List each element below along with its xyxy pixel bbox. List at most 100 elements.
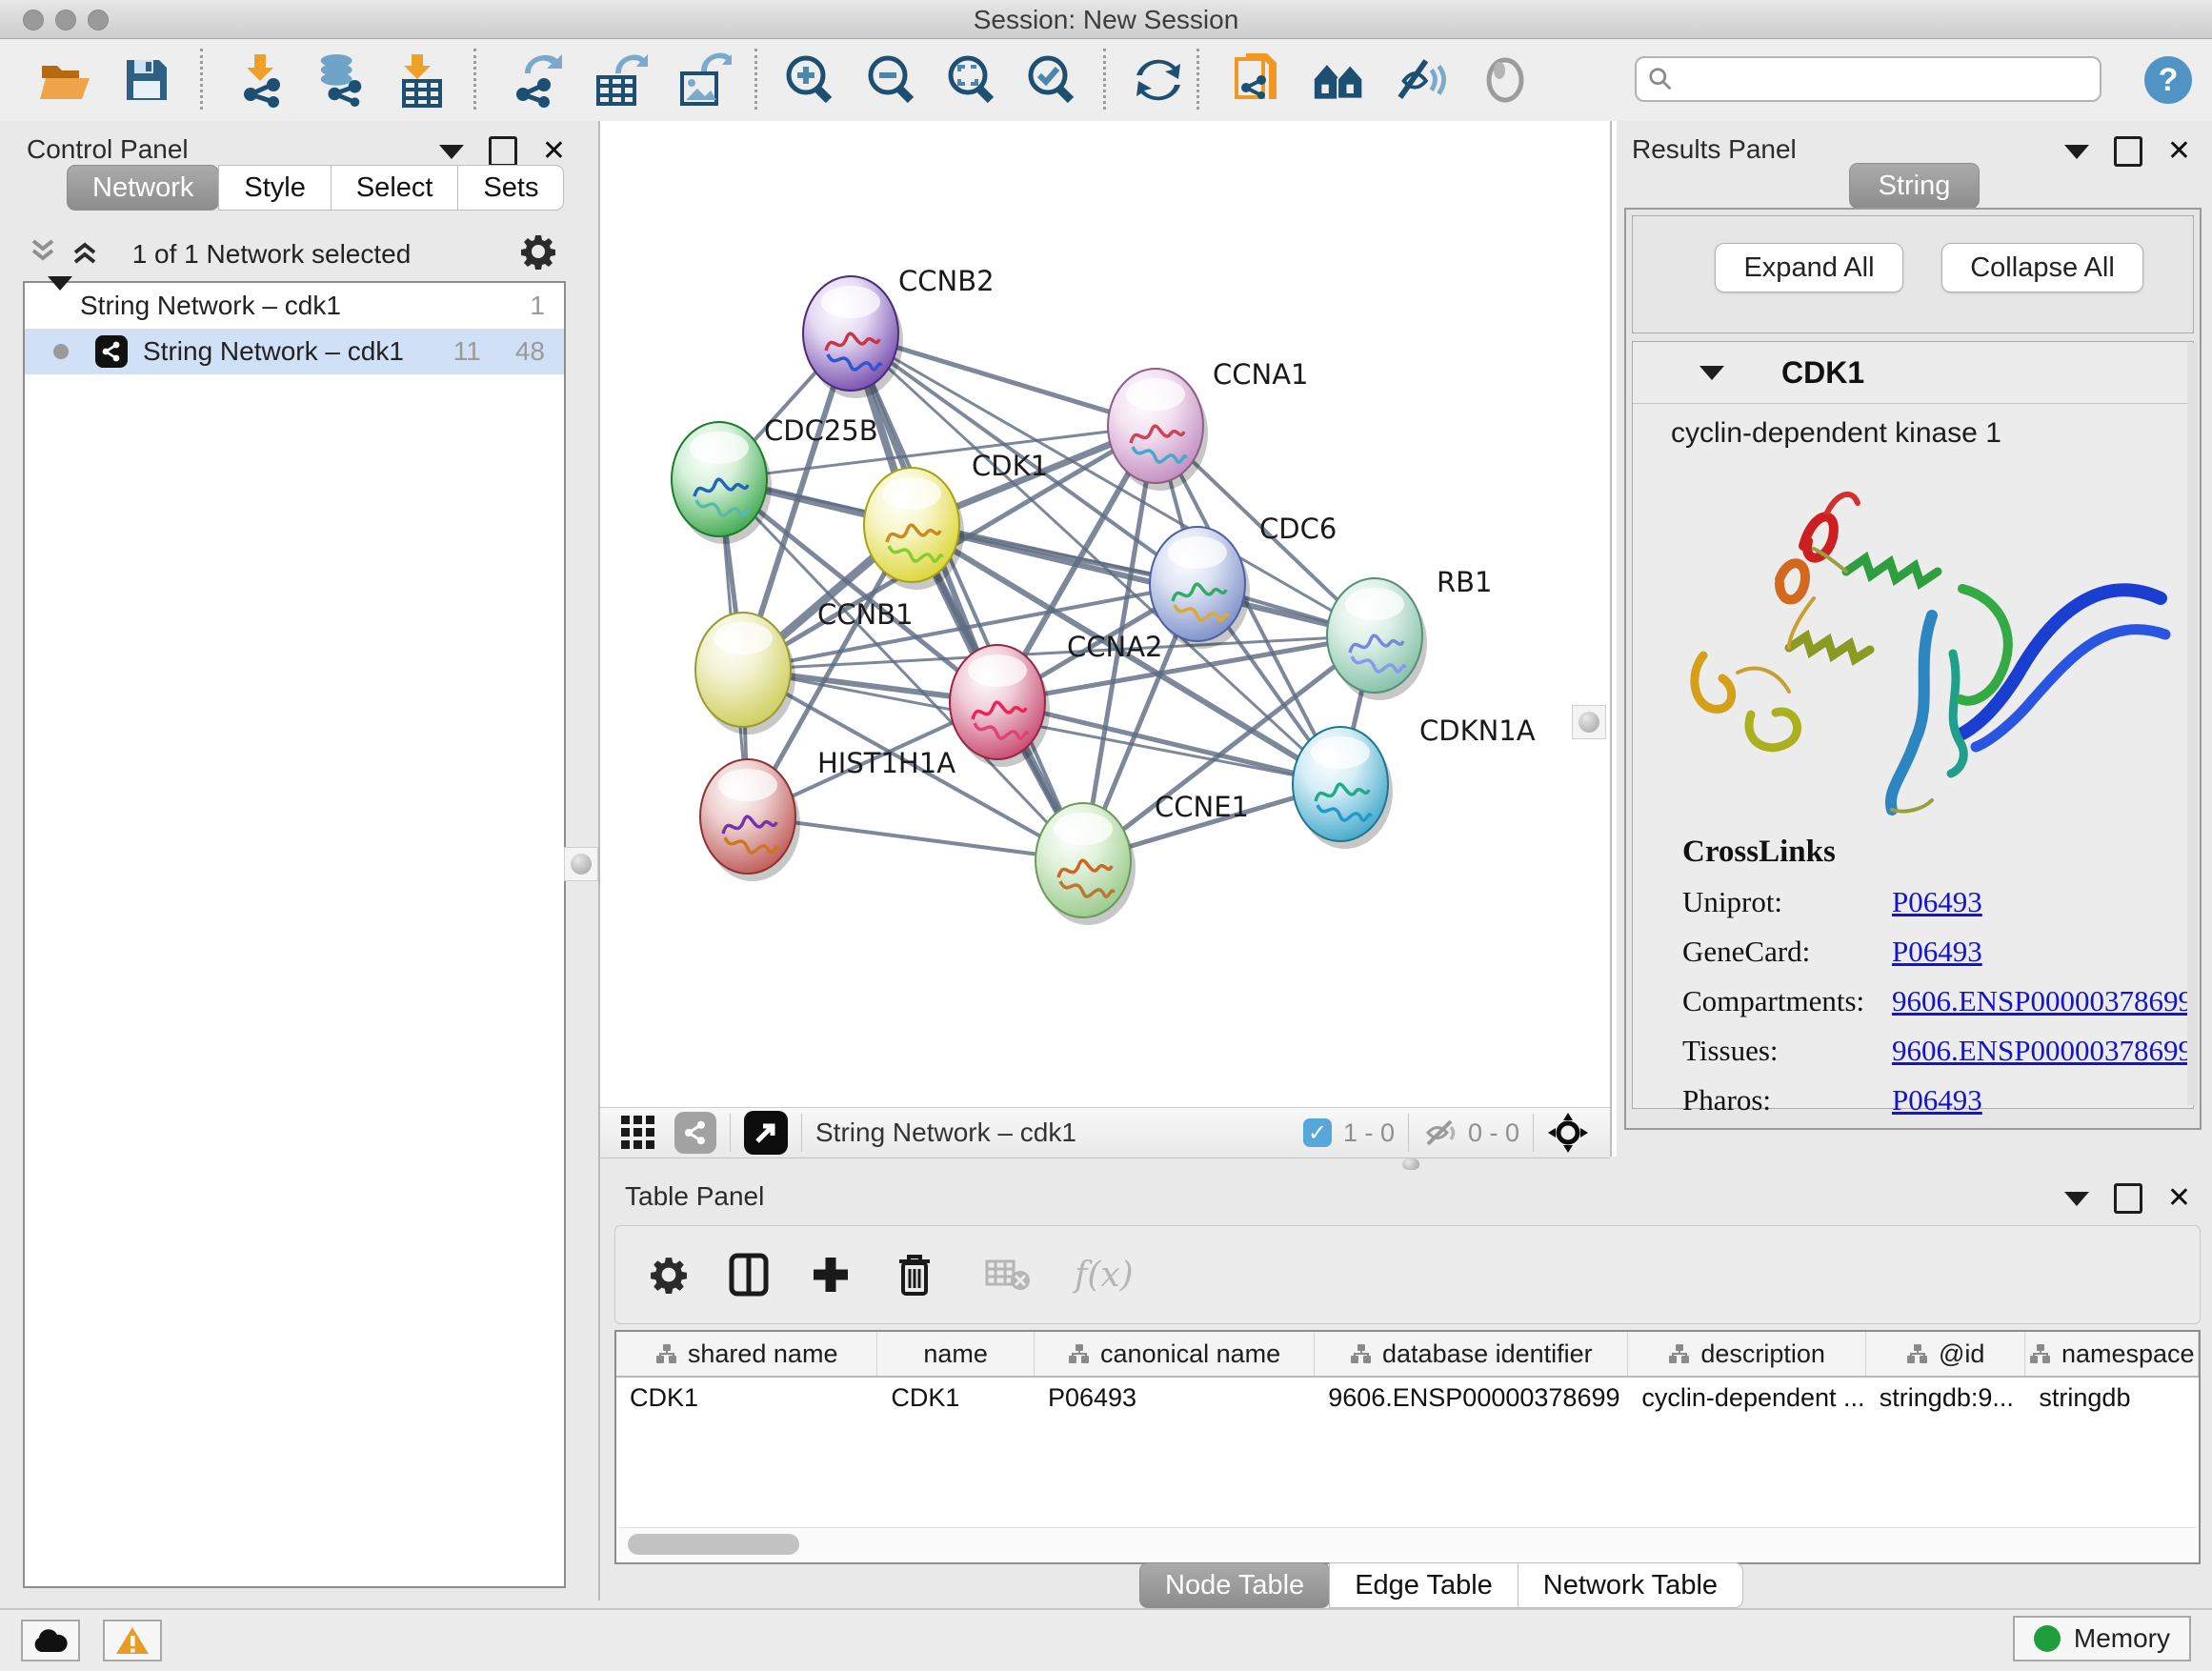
panel-float-icon[interactable]	[2114, 1183, 2142, 1214]
hidden-eye-icon[interactable]	[1422, 1117, 1458, 1148]
expand-all-button[interactable]: Expand All	[1715, 243, 1903, 292]
left-splitter-grip[interactable]	[564, 847, 598, 881]
tab-string[interactable]: String	[1849, 163, 1981, 209]
panel-menu-icon[interactable]	[2064, 145, 2089, 159]
warnings-button[interactable]	[103, 1620, 162, 1661]
refresh-button[interactable]	[1132, 52, 1185, 108]
help-button[interactable]: ?	[2142, 52, 2195, 108]
network-node-CCNA1[interactable]: CCNA1	[1108, 358, 1308, 491]
delete-table-icon[interactable]	[985, 1256, 1031, 1294]
tab-select[interactable]: Select	[331, 165, 459, 211]
horizontal-splitter-grip[interactable]	[1397, 1158, 1425, 1170]
tree-expand-icon[interactable]	[48, 276, 72, 320]
zoom-in-button[interactable]	[783, 52, 836, 108]
delete-column-icon[interactable]	[895, 1252, 934, 1298]
tab-node-table[interactable]: Node Table	[1139, 1562, 1330, 1608]
tab-network-table[interactable]: Network Table	[1518, 1562, 1743, 1608]
network-view[interactable]: CCNB2CCNA1CDC25BCDK1CDC6RB1CCNB1CCNA2HIS…	[600, 121, 1610, 1107]
level-of-detail-button[interactable]	[1478, 52, 1532, 108]
tab-style[interactable]: Style	[218, 165, 331, 211]
network-node-HIST1H1A[interactable]: HIST1H1A	[700, 747, 955, 881]
right-splitter-grip[interactable]	[1572, 705, 1606, 739]
selected-checkbox[interactable]: ✓	[1303, 1118, 1332, 1147]
function-builder-icon[interactable]: f(x)	[1075, 1256, 1134, 1295]
open-session-button[interactable]	[38, 52, 91, 108]
detach-view-icon[interactable]	[744, 1111, 788, 1155]
crosslink-value-link[interactable]: P06493	[1892, 885, 1982, 919]
save-session-button[interactable]	[120, 52, 173, 108]
crosslink-value-link[interactable]: 9606.ENSP00000378699	[1892, 1034, 2193, 1068]
cloud-button[interactable]	[21, 1620, 80, 1661]
table-cell[interactable]: 9606.ENSP00000378699	[1315, 1378, 1628, 1418]
panel-menu-icon[interactable]	[439, 145, 464, 159]
crosslink-value-link[interactable]: 9606.ENSP00000378699	[1892, 984, 2193, 1018]
column-label: namespace	[2061, 1339, 2195, 1369]
tab-edge-table[interactable]: Edge Table	[1329, 1562, 1518, 1608]
network-collection-row[interactable]: String Network – cdk1 1	[25, 283, 564, 329]
network-node-CDC6[interactable]: CDC6	[1150, 513, 1337, 649]
import-network-from-database-button[interactable]	[314, 52, 368, 108]
birdseye-icon[interactable]	[1547, 1112, 1589, 1154]
network-row-selected[interactable]: String Network – cdk1 11 48	[25, 329, 564, 374]
tab-sets[interactable]: Sets	[457, 165, 564, 211]
node-count: 11	[453, 336, 481, 367]
table-row[interactable]: CDK1CDK1P064939606.ENSP00000378699cyclin…	[616, 1378, 2199, 1418]
network-view-toolbar: String Network – cdk1 ✓ 1 - 0 0 - 0	[600, 1107, 1610, 1158]
table-cell[interactable]: P06493	[1035, 1378, 1315, 1418]
panel-float-icon[interactable]	[489, 136, 517, 167]
table-panel-title: Table Panel	[625, 1181, 764, 1212]
grid-view-icon[interactable]	[619, 1114, 657, 1152]
column-header-namespace[interactable]: namespace	[2025, 1332, 2199, 1376]
clone-network-button[interactable]	[1231, 52, 1284, 108]
table-gear-icon[interactable]	[650, 1256, 688, 1294]
collection-count: 1	[530, 291, 545, 321]
memory-button[interactable]: Memory	[2013, 1616, 2191, 1661]
export-image-button[interactable]	[678, 52, 732, 108]
gear-icon[interactable]	[520, 233, 556, 270]
panel-close-icon[interactable]: ✕	[2167, 137, 2191, 166]
export-network-button[interactable]	[511, 52, 564, 108]
tab-network[interactable]: Network	[67, 165, 219, 211]
table-cell[interactable]: stringdb	[2025, 1378, 2199, 1418]
crosslink-value-link[interactable]: P06493	[1892, 1083, 1982, 1117]
collapse-all-button[interactable]: Collapse All	[1941, 243, 2143, 292]
export-table-button[interactable]	[594, 52, 648, 108]
hidden-counter: 0 - 0	[1468, 1118, 1519, 1148]
share-view-icon[interactable]	[674, 1112, 716, 1154]
panel-close-icon[interactable]: ✕	[542, 137, 566, 166]
column-header-name[interactable]: name	[877, 1332, 1035, 1376]
search-input[interactable]	[1673, 64, 2088, 95]
table-cell[interactable]: CDK1	[616, 1378, 877, 1418]
application-window: Session: New Session	[0, 0, 2212, 1671]
table-cell[interactable]: cyclin-dependent ...	[1628, 1378, 1865, 1418]
panel-menu-icon[interactable]	[2064, 1192, 2089, 1206]
show-hide-graphics-button[interactable]	[1395, 52, 1448, 108]
crosslink-value-link[interactable]: P06493	[1892, 935, 1982, 969]
panel-close-icon[interactable]: ✕	[2167, 1184, 2191, 1213]
import-table-button[interactable]	[394, 52, 448, 108]
column-header-database-identifier[interactable]: database identifier	[1315, 1332, 1628, 1376]
column-header-description[interactable]: description	[1628, 1332, 1865, 1376]
zoom-selected-button[interactable]	[1025, 52, 1078, 108]
toolbar-separator	[1408, 1114, 1409, 1152]
gene-section-header[interactable]: CDK1	[1633, 342, 2193, 404]
scrollbar-thumb[interactable]	[628, 1534, 799, 1555]
network-edges[interactable]	[719, 333, 1375, 860]
table-cell[interactable]: stringdb:9...	[1866, 1378, 2026, 1418]
table-cell[interactable]: CDK1	[877, 1378, 1035, 1418]
first-neighbors-button[interactable]	[1313, 52, 1366, 108]
import-network-button[interactable]	[234, 52, 288, 108]
column-header-@id[interactable]: @id	[1866, 1332, 2026, 1376]
section-collapse-icon[interactable]	[1699, 366, 1724, 380]
results-scrollbar[interactable]	[2187, 343, 2197, 1105]
zoom-fit-button[interactable]	[945, 52, 998, 108]
network-node-RB1[interactable]: RB1	[1327, 566, 1493, 700]
network-node-CCNE1[interactable]: CCNE1	[1036, 791, 1249, 925]
column-header-shared-name[interactable]: shared name	[616, 1332, 877, 1376]
add-column-icon[interactable]	[810, 1254, 852, 1296]
split-columns-icon[interactable]	[728, 1252, 770, 1298]
zoom-out-button[interactable]	[865, 52, 918, 108]
network-node-CDKN1A[interactable]: CDKN1A	[1293, 715, 1536, 849]
column-header-canonical-name[interactable]: canonical name	[1035, 1332, 1315, 1376]
toolbar-separator	[473, 49, 476, 110]
